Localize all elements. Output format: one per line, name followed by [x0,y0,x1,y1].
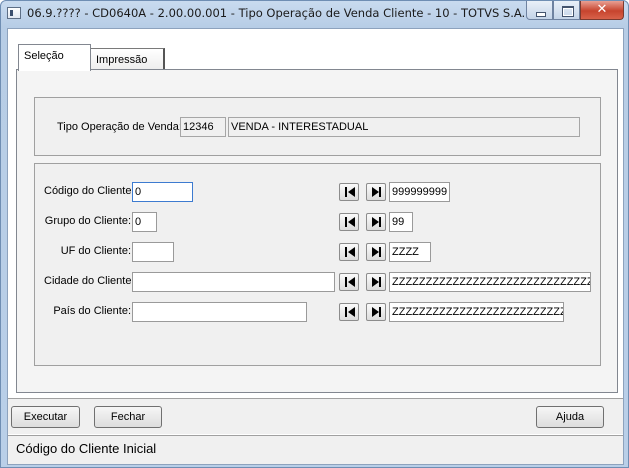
app-icon[interactable] [7,7,21,19]
client-group-to-input[interactable]: 99 [389,212,413,232]
client-uf-last-button[interactable] [366,243,386,261]
client-group-label: Grupo do Cliente: [44,215,131,227]
client-code-first-button[interactable] [339,183,359,201]
execute-button[interactable]: Executar [11,406,80,428]
close-button[interactable]: Fechar [94,406,162,428]
client-code-last-button[interactable] [366,183,386,201]
button-bar: Executar Fechar Ajuda [8,398,623,434]
app-window: 06.9.???? - CD0640A - 2.00.00.001 - Tipo… [0,0,629,468]
tab-panel-selecao: Tipo Operação de Venda: 12346 VENDA - IN… [16,69,618,393]
client-country-last-button[interactable] [366,303,386,321]
title-bar[interactable]: 06.9.???? - CD0640A - 2.00.00.001 - Tipo… [1,1,628,27]
operation-type-description-field: VENDA - INTERESTADUAL [228,117,580,137]
client-country-first-button[interactable] [339,303,359,321]
client-country-to-input[interactable]: ZZZZZZZZZZZZZZZZZZZZZZZZZZZZZZZZZZZZZ [389,302,564,322]
close-window-button[interactable]: ✕ [580,1,624,20]
close-icon: ✕ [596,2,608,17]
tab-selecao[interactable]: Seleção [18,44,91,71]
client-uf-from-input[interactable] [132,242,174,262]
client-city-from-input[interactable] [132,272,335,292]
client-code-from-input[interactable]: 0 [132,182,193,202]
dialog-client-area: Seleção Impressão Tipo Operação de Venda… [7,28,624,465]
operation-group: Tipo Operação de Venda: 12346 VENDA - IN… [34,97,601,156]
window-controls: ✕ [526,1,624,21]
help-button[interactable]: Ajuda [536,406,604,428]
client-city-first-button[interactable] [339,273,359,291]
client-city-label: Cidade do Cliente: [44,275,135,287]
client-group-last-button[interactable] [366,213,386,231]
client-code-label: Código do Cliente: [44,185,135,197]
client-group-first-button[interactable] [339,213,359,231]
status-bar: Código do Cliente Inicial [8,435,623,464]
tab-impressao[interactable]: Impressão [90,48,165,71]
filter-group: Código do Cliente: 0 999999999 Grupo do … [34,163,601,366]
minimize-button[interactable] [526,1,553,20]
client-uf-label: UF do Cliente: [60,245,131,257]
client-city-to-input[interactable]: ZZZZZZZZZZZZZZZZZZZZZZZZZZZZZZZZZZZZZZ [389,272,591,292]
window-title: 06.9.???? - CD0640A - 2.00.00.001 - Tipo… [27,6,526,20]
client-code-to-input[interactable]: 999999999 [389,182,450,202]
client-uf-to-input[interactable]: ZZZZ [389,242,431,262]
client-city-last-button[interactable] [366,273,386,291]
operation-type-label: Tipo Operação de Venda: [57,121,182,133]
client-country-from-input[interactable] [132,302,307,322]
client-group-from-input[interactable]: 0 [132,212,157,232]
maximize-button[interactable] [553,1,580,20]
operation-type-code-field: 12346 [180,117,226,137]
client-uf-first-button[interactable] [339,243,359,261]
client-country-label: País do Cliente: [53,305,131,317]
